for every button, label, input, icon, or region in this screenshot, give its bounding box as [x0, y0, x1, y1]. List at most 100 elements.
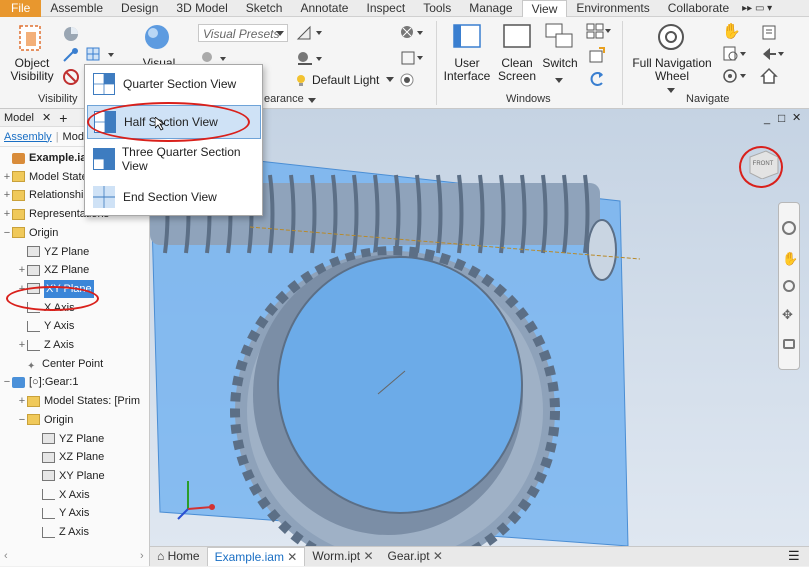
- expand-toggle-icon[interactable]: +: [2, 186, 12, 204]
- section-view-dropdown-icon[interactable]: [86, 47, 116, 63]
- menu-tab-sketch[interactable]: Sketch: [237, 0, 292, 17]
- tree-item[interactable]: Y Axis: [0, 504, 89, 522]
- switch-icon[interactable]: [544, 22, 576, 52]
- browser-add-icon[interactable]: +: [55, 110, 71, 126]
- tree-item[interactable]: XZ Plane: [0, 448, 104, 466]
- browser-tab-model[interactable]: Model: [0, 112, 38, 124]
- section-menu-item-three-quarter-section-view[interactable]: Three Quarter Section View: [87, 142, 261, 176]
- navigation-wheel-icon[interactable]: [656, 22, 686, 52]
- browser-scroll-left-icon[interactable]: ‹: [4, 550, 8, 562]
- document-tab-worm-ipt[interactable]: Worm.ipt ✕: [305, 547, 380, 566]
- menu-overflow-icon[interactable]: ▸▸ ▭ ▾: [738, 0, 776, 17]
- tree-item[interactable]: − Origin: [0, 224, 59, 242]
- tree-item[interactable]: − [○]:Gear:1: [0, 373, 79, 391]
- object-visibility-icon[interactable]: [18, 24, 44, 54]
- tile-windows-icon[interactable]: [586, 22, 612, 40]
- menu-tab-inspect[interactable]: Inspect: [357, 0, 414, 17]
- view-face-icon[interactable]: [760, 23, 778, 41]
- document-tab-example-iam[interactable]: Example.iam ✕: [206, 547, 306, 566]
- expand-toggle-icon[interactable]: +: [2, 205, 12, 223]
- ground-plane-icon[interactable]: [296, 50, 326, 68]
- tab-list-menu-icon[interactable]: ☰: [788, 548, 800, 564]
- clean-screen-icon[interactable]: [502, 22, 532, 52]
- expand-toggle-icon[interactable]: −: [17, 411, 27, 429]
- slice-graphics-icon[interactable]: [62, 47, 80, 63]
- object-visibility-button[interactable]: Object Visibility: [6, 57, 58, 83]
- new-window-icon[interactable]: [588, 47, 606, 65]
- expand-toggle-icon[interactable]: −: [2, 224, 12, 242]
- menu-tab-manage[interactable]: Manage: [460, 0, 521, 17]
- assembly-tab[interactable]: Assembly: [0, 131, 56, 143]
- menu-tab-environments[interactable]: Environments: [567, 0, 658, 17]
- nav-look-icon[interactable]: [783, 339, 795, 349]
- tree-item[interactable]: + Model States: [Prim: [0, 392, 140, 410]
- viewport-minimize-icon[interactable]: _: [764, 113, 770, 125]
- tree-item[interactable]: X Axis: [0, 486, 90, 504]
- menu-tab-view[interactable]: View: [521, 0, 568, 17]
- menu-tab-collaborate[interactable]: Collaborate: [659, 0, 738, 17]
- document-tab-home[interactable]: ⌂ Home: [150, 547, 207, 566]
- navigation-wheel-dropdown-icon[interactable]: [667, 85, 675, 97]
- menu-tab-annotate[interactable]: Annotate: [291, 0, 357, 17]
- browser-close-icon[interactable]: ✕: [38, 111, 55, 124]
- ray-tracing-icon[interactable]: [400, 24, 426, 42]
- menu-tab-tools[interactable]: Tools: [414, 0, 460, 17]
- expand-toggle-icon[interactable]: +: [17, 261, 27, 279]
- menu-tab-file[interactable]: File: [0, 0, 42, 17]
- expand-toggle-icon[interactable]: +: [2, 168, 12, 186]
- pan-icon[interactable]: ✋: [722, 23, 741, 41]
- appearance-radio-icon[interactable]: [400, 73, 414, 87]
- full-navigation-wheel-button[interactable]: Full Navigation Wheel: [630, 57, 714, 83]
- tree-item[interactable]: − Origin: [0, 411, 74, 429]
- shadows-icon[interactable]: [296, 24, 326, 42]
- nav-zoom-icon[interactable]: [783, 280, 795, 292]
- section-menu-item-end-section-view[interactable]: End Section View: [87, 180, 261, 214]
- tree-item[interactable]: XY Plane: [0, 467, 105, 485]
- tab-close-icon[interactable]: ✕: [284, 550, 297, 564]
- section-toggle-icon[interactable]: [62, 25, 80, 43]
- arrange-icon[interactable]: [588, 70, 606, 88]
- menu-tab-design[interactable]: Design: [112, 0, 167, 17]
- tree-item[interactable]: YZ Plane: [0, 430, 104, 448]
- no-sign-icon[interactable]: [62, 68, 80, 86]
- tree-item[interactable]: Y Axis: [0, 317, 74, 335]
- tab-close-icon[interactable]: ✕: [430, 549, 443, 563]
- visual-presets-dropdown[interactable]: Visual Presets: [198, 24, 288, 42]
- switch-dropdown-icon[interactable]: [555, 75, 563, 87]
- tree-item[interactable]: + Model States: [0, 168, 93, 186]
- expand-toggle-icon[interactable]: +: [17, 336, 27, 354]
- user-interface-icon[interactable]: [452, 22, 482, 52]
- tree-item[interactable]: + Z Axis: [0, 336, 74, 354]
- zoom-icon[interactable]: [722, 45, 748, 63]
- home-view-icon[interactable]: [760, 67, 778, 85]
- user-interface-button[interactable]: User Interface: [440, 57, 494, 83]
- tree-item[interactable]: + XZ Plane: [0, 261, 89, 279]
- document-tab-gear-ipt[interactable]: Gear.ipt ✕: [381, 547, 450, 566]
- nav-orbit-icon[interactable]: ✥: [782, 307, 793, 323]
- menu-tab-3d-model[interactable]: 3D Model: [167, 0, 236, 17]
- menu-tab-assemble[interactable]: Assemble: [41, 0, 112, 17]
- orbit-icon[interactable]: [722, 67, 748, 85]
- section-menu-item-quarter-section-view[interactable]: Quarter Section View: [87, 67, 261, 101]
- tree-item[interactable]: YZ Plane: [0, 243, 89, 261]
- tree-item[interactable]: Z Axis: [0, 523, 89, 541]
- clean-screen-button[interactable]: Clean Screen: [494, 57, 540, 83]
- appearance-panel-label[interactable]: earance: [264, 93, 304, 105]
- switch-button[interactable]: Switch: [540, 57, 580, 70]
- previous-view-icon[interactable]: [760, 45, 786, 63]
- default-light-dropdown[interactable]: Default Light: [292, 71, 396, 89]
- expand-toggle-icon[interactable]: −: [2, 373, 12, 391]
- nav-pan-icon[interactable]: ✋: [782, 251, 798, 267]
- appearance-expand-icon[interactable]: [308, 98, 316, 104]
- viewport-close-icon[interactable]: ✕: [792, 111, 801, 124]
- viewport-maximize-icon[interactable]: □: [778, 111, 785, 125]
- visual-style-icon[interactable]: [142, 22, 172, 52]
- tree-item[interactable]: + Relationships: [0, 186, 95, 204]
- expand-toggle-icon[interactable]: +: [17, 392, 27, 410]
- tree-item[interactable]: ✦ Center Point: [0, 355, 103, 373]
- tree-item[interactable]: Example.iam: [0, 149, 96, 167]
- nav-wheel-icon[interactable]: [782, 221, 796, 235]
- perspective-icon[interactable]: [400, 49, 426, 67]
- tab-close-icon[interactable]: ✕: [360, 549, 373, 563]
- browser-scroll-right-icon[interactable]: ›: [140, 550, 144, 562]
